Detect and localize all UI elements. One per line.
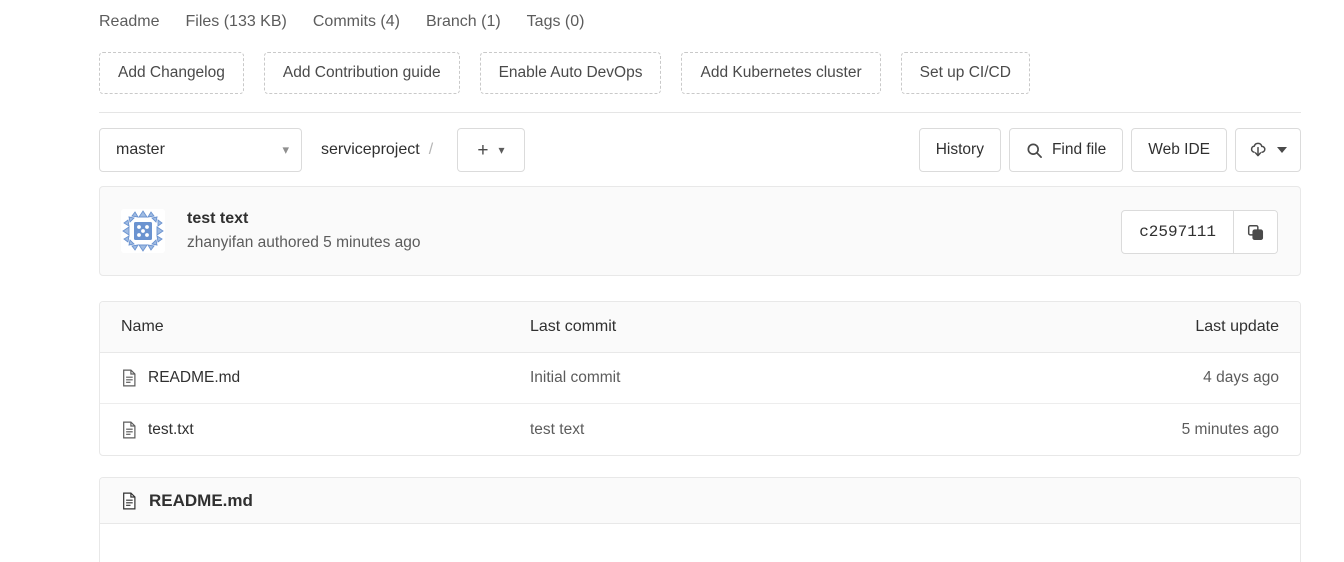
file-last-commit-link[interactable]: test text — [530, 421, 584, 438]
repository-action-buttons: History Find file Web IDE — [918, 128, 1301, 172]
quick-setup-actions: Add Changelog Add Contribution guide Ena… — [99, 52, 1030, 94]
file-icon — [121, 369, 138, 387]
breadcrumb: serviceproject / — [321, 128, 433, 172]
file-last-update-cell: 4 days ago — [1203, 369, 1279, 386]
column-header-last-update: Last update — [1195, 318, 1279, 335]
table-row[interactable]: README.md Initial commit 4 days ago — [100, 353, 1300, 404]
search-icon — [1026, 142, 1043, 159]
file-last-commit-cell: Initial commit — [530, 369, 1040, 387]
last-commit-panel: test text zhanyifan authored 5 minutes a… — [99, 186, 1301, 276]
table-row[interactable]: test.txt test text 5 minutes ago — [100, 404, 1300, 455]
file-table: Name Last commit Last update README.md I… — [99, 301, 1301, 456]
add-to-repository-button[interactable]: + ▾ — [457, 128, 525, 172]
last-commit-author: zhanyifan authored 5 minutes ago — [187, 234, 421, 251]
find-file-label: Find file — [1051, 141, 1107, 158]
avatar — [121, 209, 165, 253]
repository-page: Readme Files (133 KB) Commits (4) Branch… — [0, 0, 1344, 562]
repository-toolbar: master ▾ serviceproject / + ▾ History Fi… — [99, 128, 1301, 173]
set-up-ci-cd-button[interactable]: Set up CI/CD — [900, 52, 1030, 94]
tab-commits[interactable]: Commits (4) — [313, 8, 400, 36]
file-name-cell: README.md — [100, 369, 530, 387]
breadcrumb-separator: / — [428, 141, 434, 158]
column-header-last-commit: Last commit — [530, 318, 617, 335]
enable-auto-devops-button[interactable]: Enable Auto DevOps — [479, 52, 662, 94]
file-name-cell: test.txt — [100, 421, 530, 439]
add-kubernetes-cluster-button[interactable]: Add Kubernetes cluster — [681, 52, 881, 94]
add-changelog-button[interactable]: Add Changelog — [99, 52, 244, 94]
copy-icon — [1247, 224, 1264, 241]
last-commit-meta: test text zhanyifan authored 5 minutes a… — [187, 208, 421, 254]
plus-icon: + — [477, 139, 489, 161]
repository-tabs: Readme Files (133 KB) Commits (4) Branch… — [99, 8, 584, 36]
column-header-name: Name — [121, 318, 164, 335]
file-table-header: Name Last commit Last update — [100, 302, 1300, 353]
file-last-commit-cell: test text — [530, 421, 1040, 439]
branch-selector[interactable]: master ▾ — [99, 128, 302, 172]
web-ide-button[interactable]: Web IDE — [1131, 128, 1227, 172]
copy-sha-button[interactable] — [1233, 211, 1277, 253]
readme-header: README.md — [100, 478, 1300, 524]
readme-panel: README.md — [99, 477, 1301, 562]
download-source-button[interactable] — [1235, 128, 1301, 172]
tab-tags[interactable]: Tags (0) — [527, 8, 585, 36]
find-file-button[interactable]: Find file — [1008, 128, 1124, 172]
chevron-down-icon: ▾ — [498, 143, 505, 157]
file-last-update-cell: 5 minutes ago — [1181, 420, 1279, 438]
history-button[interactable]: History — [918, 128, 1001, 172]
section-divider — [99, 112, 1301, 113]
breadcrumb-item-repo[interactable]: serviceproject — [321, 141, 420, 159]
tab-readme[interactable]: Readme — [99, 8, 159, 36]
readme-body — [100, 524, 1300, 562]
commit-sha[interactable]: c2597111 — [1122, 211, 1233, 253]
commit-sha-group: c2597111 — [1121, 210, 1278, 254]
tab-files[interactable]: Files (133 KB) — [185, 8, 286, 36]
last-commit-title[interactable]: test text — [187, 208, 421, 230]
file-name-link[interactable]: test.txt — [148, 421, 194, 439]
cloud-download-icon — [1249, 141, 1267, 159]
file-name-link[interactable]: README.md — [148, 369, 240, 387]
file-icon — [121, 492, 138, 510]
file-last-commit-link[interactable]: Initial commit — [530, 369, 620, 386]
caret-down-icon — [1277, 147, 1287, 153]
branch-selector-label: master — [116, 141, 165, 158]
chevron-down-icon: ▾ — [282, 142, 289, 157]
readme-title: README.md — [149, 490, 253, 510]
tab-branch[interactable]: Branch (1) — [426, 8, 501, 36]
add-contribution-guide-button[interactable]: Add Contribution guide — [263, 52, 460, 94]
file-icon — [121, 421, 138, 439]
